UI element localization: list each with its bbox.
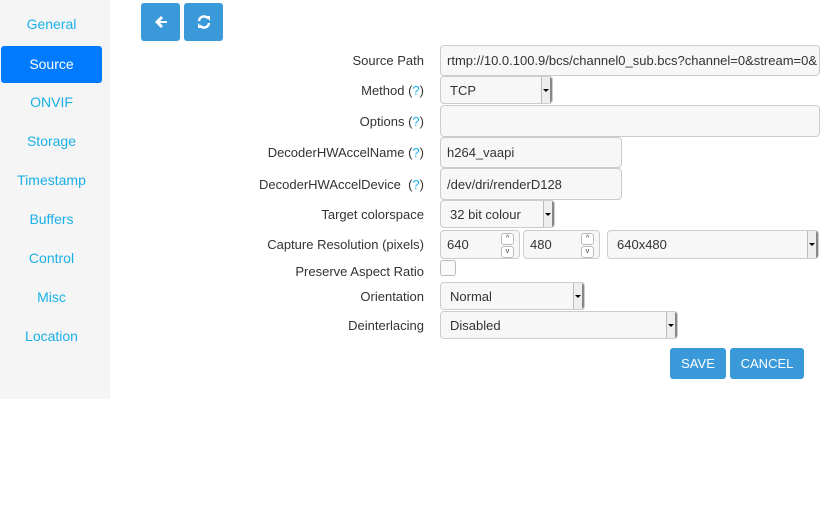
sidebar-item-general[interactable]: General	[1, 6, 102, 43]
label-text: Options (	[359, 114, 413, 129]
refresh-button[interactable]	[184, 3, 223, 41]
orientation-value: Normal	[450, 288, 492, 304]
height-stepper[interactable]: ^ v	[581, 233, 594, 258]
chevron-up-icon[interactable]: ^	[581, 233, 594, 245]
sidebar-item-onvif[interactable]: ONVIF	[1, 84, 102, 121]
label-close: )	[419, 83, 424, 98]
label-text: Method (	[361, 83, 413, 98]
sidebar-item-storage[interactable]: Storage	[1, 123, 102, 160]
colorspace-select[interactable]: 32 bit colour	[440, 200, 555, 228]
sidebar-item-location[interactable]: Location	[1, 318, 102, 355]
decoder-name-label: DecoderHWAccelName (?)	[268, 145, 424, 160]
decoder-device-help-link[interactable]: ?	[412, 177, 419, 192]
options-label: Options (?)	[360, 114, 424, 129]
back-button[interactable]	[141, 3, 180, 41]
capture-width-input[interactable]: 640 ^ v	[440, 230, 520, 259]
refresh-icon	[197, 15, 210, 29]
sidebar: General Source ONVIF Storage Timestamp B…	[0, 0, 110, 399]
orientation-label: Orientation	[360, 289, 424, 304]
colorspace-label: Target colorspace	[321, 207, 424, 222]
deinterlacing-value: Disabled	[450, 317, 501, 333]
deinterlacing-label: Deinterlacing	[348, 318, 424, 333]
chevron-down-icon	[543, 201, 554, 227]
chevron-up-icon[interactable]: ^	[501, 233, 514, 245]
sidebar-item-timestamp[interactable]: Timestamp	[1, 162, 102, 199]
preserve-aspect-label: Preserve Aspect Ratio	[295, 264, 424, 279]
chevron-down-icon	[541, 77, 552, 103]
chevron-down-icon[interactable]: v	[581, 246, 594, 258]
sidebar-item-control[interactable]: Control	[1, 240, 102, 277]
decoder-name-input[interactable]: h264_vaapi	[440, 137, 622, 168]
label-close: )	[419, 114, 424, 129]
capture-width-value: 640	[447, 237, 469, 252]
decoder-device-input[interactable]: /dev/dri/renderD128	[440, 168, 622, 200]
method-help-link[interactable]: ?	[412, 83, 419, 98]
decoder-device-label: DecoderHWAccelDevice (?)	[259, 177, 424, 192]
chevron-down-icon[interactable]: v	[501, 246, 514, 258]
source-path-input[interactable]: rtmp://10.0.100.9/bcs/channel0_sub.bcs?c…	[440, 45, 820, 76]
sidebar-item-misc[interactable]: Misc	[1, 279, 102, 316]
capture-preset-value: 640x480	[617, 237, 667, 252]
chevron-down-icon	[573, 283, 584, 309]
method-label: Method (?)	[361, 83, 424, 98]
label-text: DecoderHWAccelDevice (	[259, 177, 413, 192]
capture-height-input[interactable]: 480 ^ v	[523, 230, 600, 259]
arrow-left-icon	[154, 16, 167, 28]
capture-height-value: 480	[530, 237, 552, 252]
chevron-down-icon	[666, 312, 677, 338]
options-help-link[interactable]: ?	[412, 114, 419, 129]
cancel-button[interactable]: CANCEL	[730, 348, 804, 379]
width-stepper[interactable]: ^ v	[501, 233, 514, 258]
source-path-label: Source Path	[352, 53, 424, 68]
label-text: DecoderHWAccelName (	[267, 145, 413, 160]
sidebar-item-buffers[interactable]: Buffers	[1, 201, 102, 238]
colorspace-value: 32 bit colour	[450, 206, 521, 222]
method-value: TCP	[450, 82, 476, 98]
label-close: )	[419, 145, 424, 160]
capture-resolution-label: Capture Resolution (pixels)	[267, 237, 424, 252]
capture-preset-select[interactable]: 640x480	[607, 230, 819, 259]
decoder-name-help-link[interactable]: ?	[412, 145, 419, 160]
save-button[interactable]: SAVE	[670, 348, 726, 379]
deinterlacing-select[interactable]: Disabled	[440, 311, 678, 339]
sidebar-item-source[interactable]: Source	[1, 46, 102, 83]
method-select[interactable]: TCP	[440, 76, 553, 104]
orientation-select[interactable]: Normal	[440, 282, 585, 310]
preserve-aspect-checkbox[interactable]	[440, 260, 456, 276]
label-close: )	[419, 177, 424, 192]
chevron-down-icon	[807, 231, 818, 258]
options-input[interactable]	[440, 105, 820, 137]
